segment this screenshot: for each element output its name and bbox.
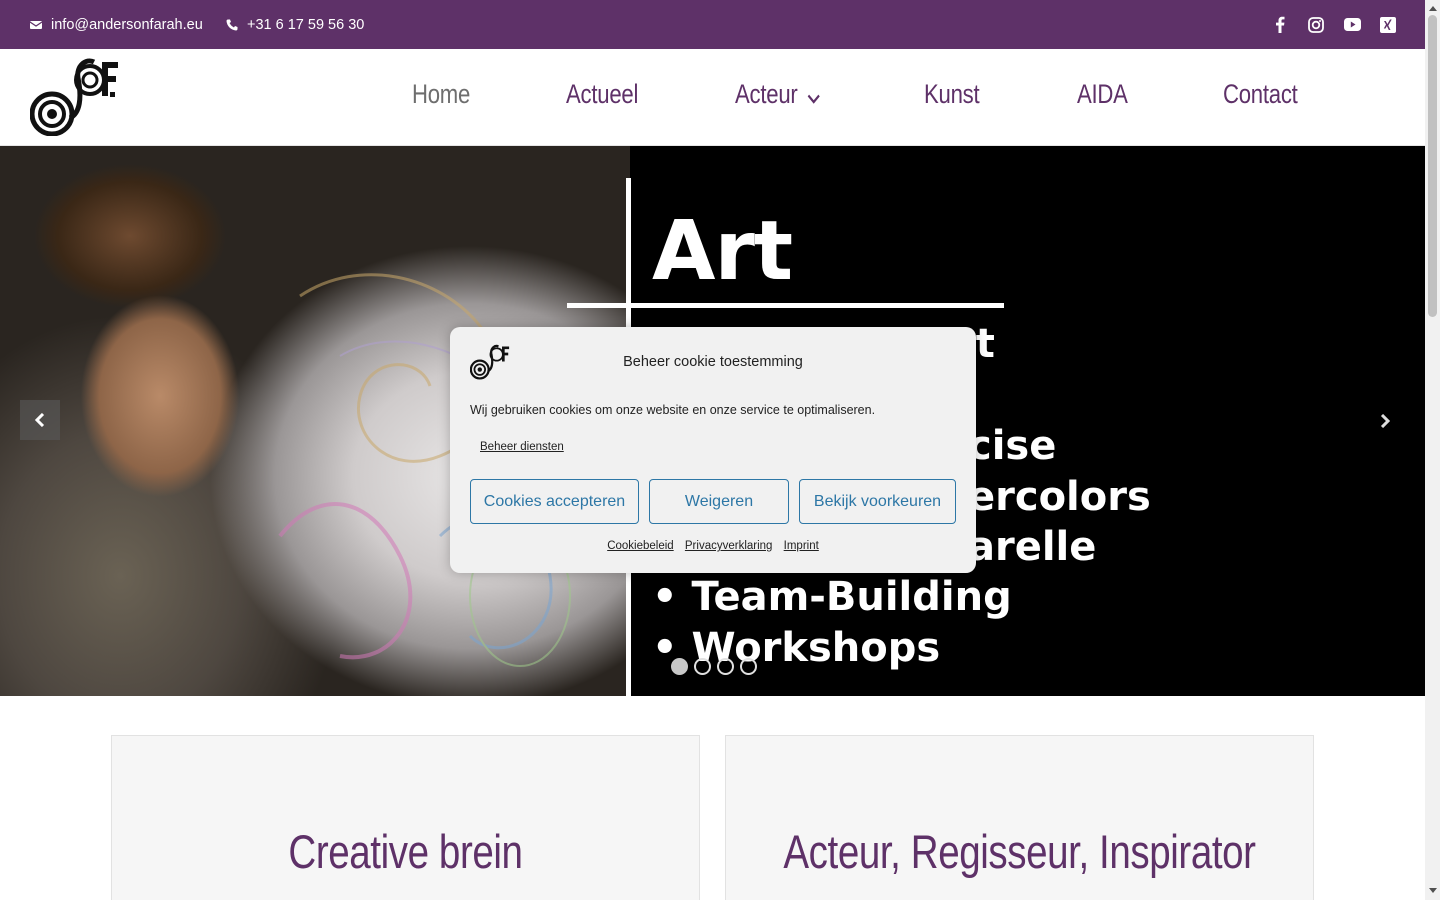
slider-dot[interactable] xyxy=(694,658,711,675)
scrollbar-thumb[interactable] xyxy=(1428,15,1437,317)
social-links xyxy=(1271,0,1397,49)
youtube-icon[interactable] xyxy=(1343,16,1361,34)
nav-item-aida[interactable]: AIDA xyxy=(1077,79,1128,110)
view-preferences-button[interactable]: Bekijk voorkeuren xyxy=(799,479,956,524)
chevron-down-icon xyxy=(807,80,820,111)
slider-dot[interactable] xyxy=(671,658,688,675)
cookie-policy-links: Cookiebeleid Privacyverklaring Imprint xyxy=(450,540,976,552)
cookie-consent-dialog: Beheer cookie toestemming Wij gebruiken … xyxy=(450,327,976,573)
hero-title: Art xyxy=(652,204,793,299)
hero-line-3: ercolors xyxy=(968,474,1151,520)
top-bar: info@andersonfarah.eu +31 6 17 59 56 30 xyxy=(0,0,1425,49)
card-title: Creative brein xyxy=(288,825,523,878)
feature-card: Creative brein xyxy=(111,735,700,900)
phone-icon xyxy=(226,19,238,30)
nav-item-acteur[interactable]: Acteur xyxy=(735,79,820,111)
nav-item-home[interactable]: Home xyxy=(412,79,470,110)
accept-cookies-button[interactable]: Cookies accepteren xyxy=(470,479,639,524)
cookie-dialog-text: Wij gebruiken cookies om onze website en… xyxy=(470,403,876,417)
hero-line-2: cise xyxy=(968,423,1057,469)
email-text: info@andersonfarah.eu xyxy=(51,16,203,33)
chevron-right-icon xyxy=(1380,414,1390,428)
phone-text: +31 6 17 59 56 30 xyxy=(247,16,365,33)
hero-horizontal-line xyxy=(567,303,1004,308)
nav-item-contact[interactable]: Contact xyxy=(1223,79,1298,110)
scroll-up-arrow-icon[interactable] xyxy=(1428,3,1437,12)
card-title: Acteur, Regisseur, Inspirator xyxy=(783,825,1256,878)
email-link[interactable]: info@andersonfarah.eu xyxy=(30,0,203,49)
manage-services-link[interactable]: Beheer diensten xyxy=(480,441,564,453)
slider-prev-button[interactable] xyxy=(20,400,60,440)
hero-line-4: arelle xyxy=(968,524,1097,570)
hero-line-5: • Team-Building xyxy=(652,574,1012,620)
xing-icon[interactable] xyxy=(1379,16,1397,34)
site-header: Home Actueel Acteur Kunst AIDA Contact xyxy=(0,49,1425,146)
slider-dot[interactable] xyxy=(717,658,734,675)
slider-dot[interactable] xyxy=(740,658,757,675)
cookie-dialog-title: Beheer cookie toestemming xyxy=(623,354,803,370)
facebook-icon[interactable] xyxy=(1271,16,1289,34)
nav-item-kunst[interactable]: Kunst xyxy=(924,79,980,110)
nav-item-actueel[interactable]: Actueel xyxy=(566,79,638,110)
cookie-policy-link[interactable]: Cookiebeleid xyxy=(607,540,674,552)
slider-next-button[interactable] xyxy=(1376,411,1394,431)
envelope-icon xyxy=(30,20,42,29)
deny-cookies-button[interactable]: Weigeren xyxy=(649,479,789,524)
privacy-statement-link[interactable]: Privacyverklaring xyxy=(685,540,773,552)
scroll-down-arrow-icon[interactable] xyxy=(1428,886,1437,895)
phone-link[interactable]: +31 6 17 59 56 30 xyxy=(226,0,364,49)
feature-card: Acteur, Regisseur, Inspirator xyxy=(725,735,1314,900)
chevron-left-icon xyxy=(35,413,45,427)
instagram-icon[interactable] xyxy=(1307,16,1325,34)
page-scrollbar[interactable] xyxy=(1425,0,1440,900)
main-nav: Home Actueel Acteur Kunst AIDA Contact xyxy=(0,49,1425,146)
imprint-link[interactable]: Imprint xyxy=(784,540,819,552)
slider-pagination xyxy=(671,658,757,675)
